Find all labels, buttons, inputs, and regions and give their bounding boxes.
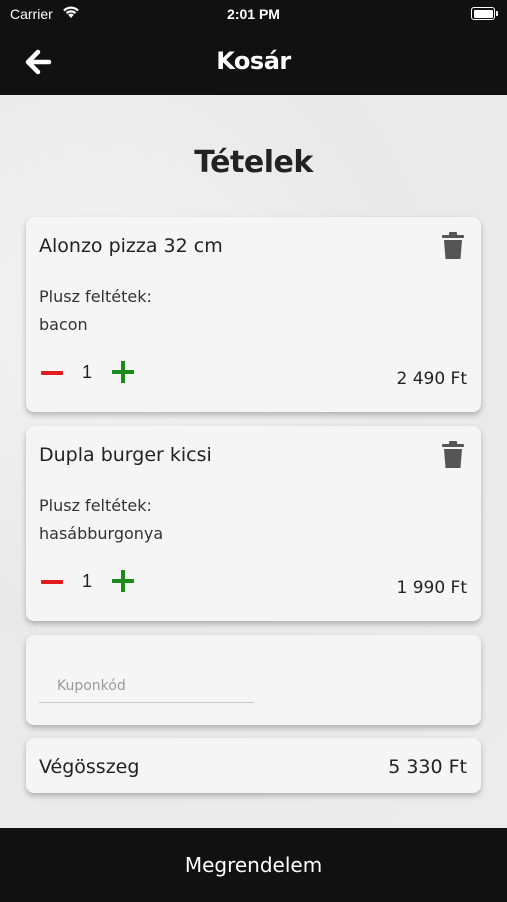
- cart-content: Tételek Alonzo pizza 32 cm Plusz feltéte…: [0, 95, 507, 828]
- item-name: Dupla burger kicsi: [39, 444, 212, 466]
- trash-icon[interactable]: [441, 232, 465, 260]
- extras-value: bacon: [39, 315, 88, 334]
- cart-item-card: Dupla burger kicsi Plusz feltétek: hasáb…: [26, 426, 481, 621]
- page-title: Kosár: [216, 47, 291, 75]
- quantity-value: 1: [82, 362, 93, 382]
- decrease-quantity-button[interactable]: [39, 571, 65, 593]
- item-price: 2 490 Ft: [396, 369, 467, 389]
- total-label: Végösszeg: [39, 756, 140, 778]
- total-card: Végösszeg 5 330 Ft: [26, 738, 481, 793]
- trash-icon[interactable]: [441, 441, 465, 469]
- coupon-card: [26, 635, 481, 725]
- quantity-value: 1: [82, 571, 93, 591]
- navigation-bar: Kosár: [0, 28, 507, 95]
- increase-quantity-button[interactable]: [110, 568, 136, 594]
- battery-icon: [471, 7, 498, 20]
- extras-label: Plusz feltétek:: [39, 287, 152, 306]
- total-value: 5 330 Ft: [388, 756, 467, 778]
- decrease-quantity-button[interactable]: [39, 362, 65, 384]
- extras-label: Plusz feltétek:: [39, 496, 152, 515]
- item-price: 1 990 Ft: [396, 578, 467, 598]
- clock: 2:01 PM: [227, 6, 280, 22]
- cart-item-card: Alonzo pizza 32 cm Plusz feltétek: bacon…: [26, 217, 481, 412]
- increase-quantity-button[interactable]: [110, 359, 136, 385]
- item-name: Alonzo pizza 32 cm: [39, 235, 223, 257]
- place-order-button[interactable]: Megrendelem: [0, 828, 507, 900]
- extras-value: hasábburgonya: [39, 524, 164, 543]
- coupon-code-input[interactable]: [39, 669, 254, 703]
- status-bar: Carrier 2:01 PM: [0, 0, 507, 28]
- items-heading: Tételek: [194, 145, 313, 180]
